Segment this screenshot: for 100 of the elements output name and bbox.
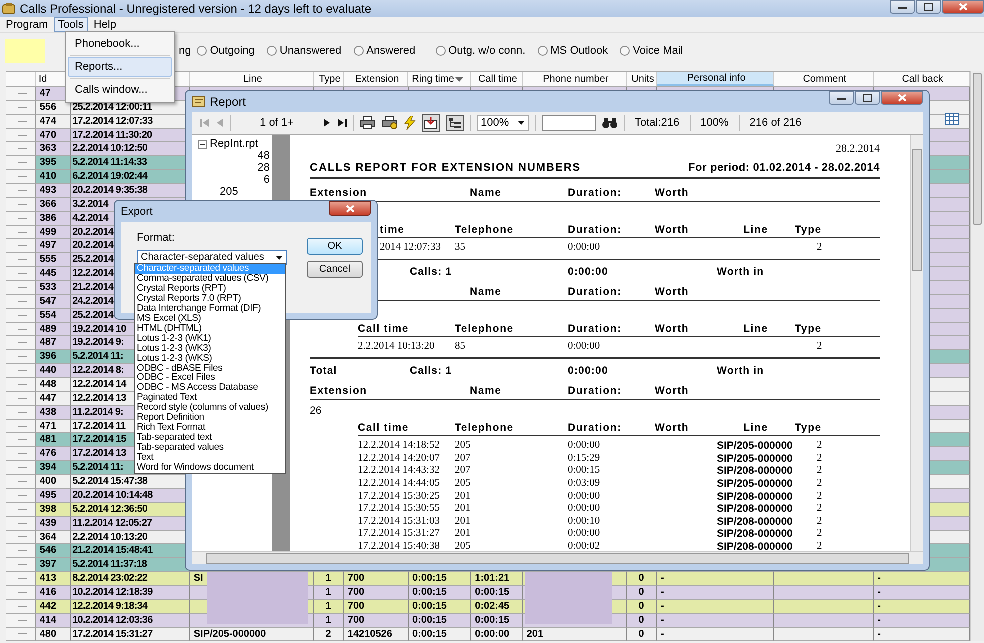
- menu-item[interactable]: Help: [90, 17, 120, 32]
- table-cell: 554: [36, 308, 71, 323]
- radio-icon[interactable]: [266, 46, 277, 56]
- close-icon: [346, 204, 354, 212]
- radio-icon[interactable]: [354, 46, 364, 56]
- radio-icon[interactable]: [436, 46, 446, 56]
- tree-item[interactable]: 205: [192, 186, 272, 198]
- maximize-button[interactable]: [855, 91, 880, 105]
- column-header[interactable]: Extension: [344, 72, 408, 86]
- report-text: 2: [816, 478, 824, 491]
- collapse-icon[interactable]: [198, 140, 207, 148]
- report-text: Name: [470, 187, 503, 199]
- printer-setup-icon[interactable]: [382, 116, 398, 130]
- tree-line: [18, 494, 27, 496]
- report-period: For period: 01.02.2014 - 28.02.2014: [688, 162, 880, 174]
- tree-item[interactable]: 28: [192, 162, 272, 174]
- tree-line: [18, 426, 27, 427]
- radio-option[interactable]: Outgoing: [197, 45, 255, 57]
- radio-option[interactable]: Voice Mail: [620, 45, 684, 57]
- color-swatch: [5, 39, 45, 63]
- table-cell: -: [656, 572, 774, 586]
- report-text: 2: [816, 516, 824, 528]
- print-icon[interactable]: [360, 116, 376, 130]
- maximize-icon: [863, 94, 872, 102]
- search-field[interactable]: [542, 115, 596, 131]
- table-cell: 400: [36, 475, 71, 489]
- report-text: Type: [795, 322, 823, 335]
- report-text: 0:00:00: [568, 266, 610, 278]
- table-icon[interactable]: [945, 113, 959, 125]
- column-header[interactable]: Line: [190, 72, 314, 86]
- column-header[interactable]: Phone number: [522, 72, 628, 86]
- column-header[interactable]: Type: [314, 72, 344, 86]
- table-cell: 0:00:15: [408, 572, 472, 586]
- minimize-icon: [837, 96, 846, 100]
- binoculars-icon[interactable]: [602, 117, 618, 129]
- column-header[interactable]: Comment: [774, 72, 874, 86]
- group-tree-button[interactable]: [446, 115, 464, 131]
- ok-button[interactable]: OK: [307, 238, 363, 255]
- tree-line: [18, 148, 27, 150]
- report-text: Line: [742, 422, 770, 434]
- radio-option[interactable]: Unanswered: [266, 45, 342, 57]
- tree-item[interactable]: 6: [192, 174, 272, 186]
- report-text: Worth in: [717, 266, 766, 278]
- minimize-button[interactable]: [890, 0, 915, 14]
- cancel-button[interactable]: Cancel: [307, 261, 363, 278]
- menu-item[interactable]: Phonebook...: [68, 34, 172, 54]
- table-cell: -: [656, 614, 774, 628]
- minimize-button[interactable]: [829, 91, 854, 105]
- caret-icon: [276, 256, 283, 260]
- radio-icon[interactable]: [620, 46, 630, 56]
- radio-icon[interactable]: [197, 46, 208, 56]
- export-button[interactable]: [422, 114, 440, 132]
- close-button[interactable]: [881, 91, 923, 105]
- table-cell: 1: [314, 572, 344, 586]
- maximize-button[interactable]: [916, 0, 941, 14]
- report-text: 0:15:29: [568, 452, 602, 466]
- lightning-icon[interactable]: [404, 116, 416, 130]
- close-button[interactable]: [329, 201, 371, 216]
- column-header[interactable]: Call time: [471, 72, 523, 86]
- table-cell: -: [656, 586, 774, 600]
- report-text: 12.2.2014 14:44:05: [358, 478, 441, 491]
- radio-option[interactable]: MS Outlook: [538, 45, 608, 57]
- menu-item[interactable]: Tools: [54, 17, 88, 32]
- table-cell: 366: [36, 198, 71, 212]
- zoom-dropdown[interactable]: 100%: [477, 115, 529, 131]
- column-header[interactable]: Personal info: [656, 72, 774, 86]
- table-cell: 474: [36, 114, 71, 129]
- tree-line: [18, 300, 27, 302]
- report-text: 0:00:00: [568, 340, 602, 354]
- scrollbar[interactable]: [192, 551, 923, 564]
- tree-line: [18, 92, 27, 94]
- tree-line: [18, 384, 27, 385]
- report-text: 17.2.2014 15:30:25: [358, 490, 441, 504]
- report-text: 205: [455, 440, 472, 453]
- report-text: 2: [816, 465, 824, 478]
- report-text: Worth: [655, 422, 690, 434]
- scrollbar[interactable]: [970, 71, 984, 641]
- table-cell: 497: [36, 239, 71, 254]
- table-cell: 447: [36, 392, 71, 406]
- scrollbar[interactable]: [910, 135, 923, 551]
- report-text: 0:00:00: [568, 440, 602, 453]
- report-text: SIP/208-000000: [717, 503, 794, 516]
- next-page-icon[interactable]: [323, 118, 331, 128]
- tree-line: [18, 259, 27, 260]
- last-page-icon[interactable]: [337, 118, 347, 128]
- report-text: Extension: [310, 385, 368, 398]
- menu-item[interactable]: Program: [2, 17, 52, 32]
- radio-option[interactable]: Outg. w/o conn.: [436, 45, 526, 57]
- radio-icon[interactable]: [538, 46, 548, 56]
- menu-item[interactable]: Calls window...: [68, 80, 172, 100]
- radio-option[interactable]: Answered: [354, 45, 416, 57]
- close-icon: [898, 94, 906, 102]
- close-button[interactable]: [942, 0, 984, 14]
- tree-item[interactable]: 48: [192, 150, 272, 162]
- report-text: Name: [470, 385, 503, 398]
- table-cell: 480: [36, 628, 71, 642]
- menu-item[interactable]: Reports...: [68, 57, 172, 77]
- tree-item[interactable]: RepInt.rpt: [210, 138, 258, 150]
- column-header[interactable]: Ring time: [408, 72, 472, 86]
- tree-line: [18, 273, 27, 274]
